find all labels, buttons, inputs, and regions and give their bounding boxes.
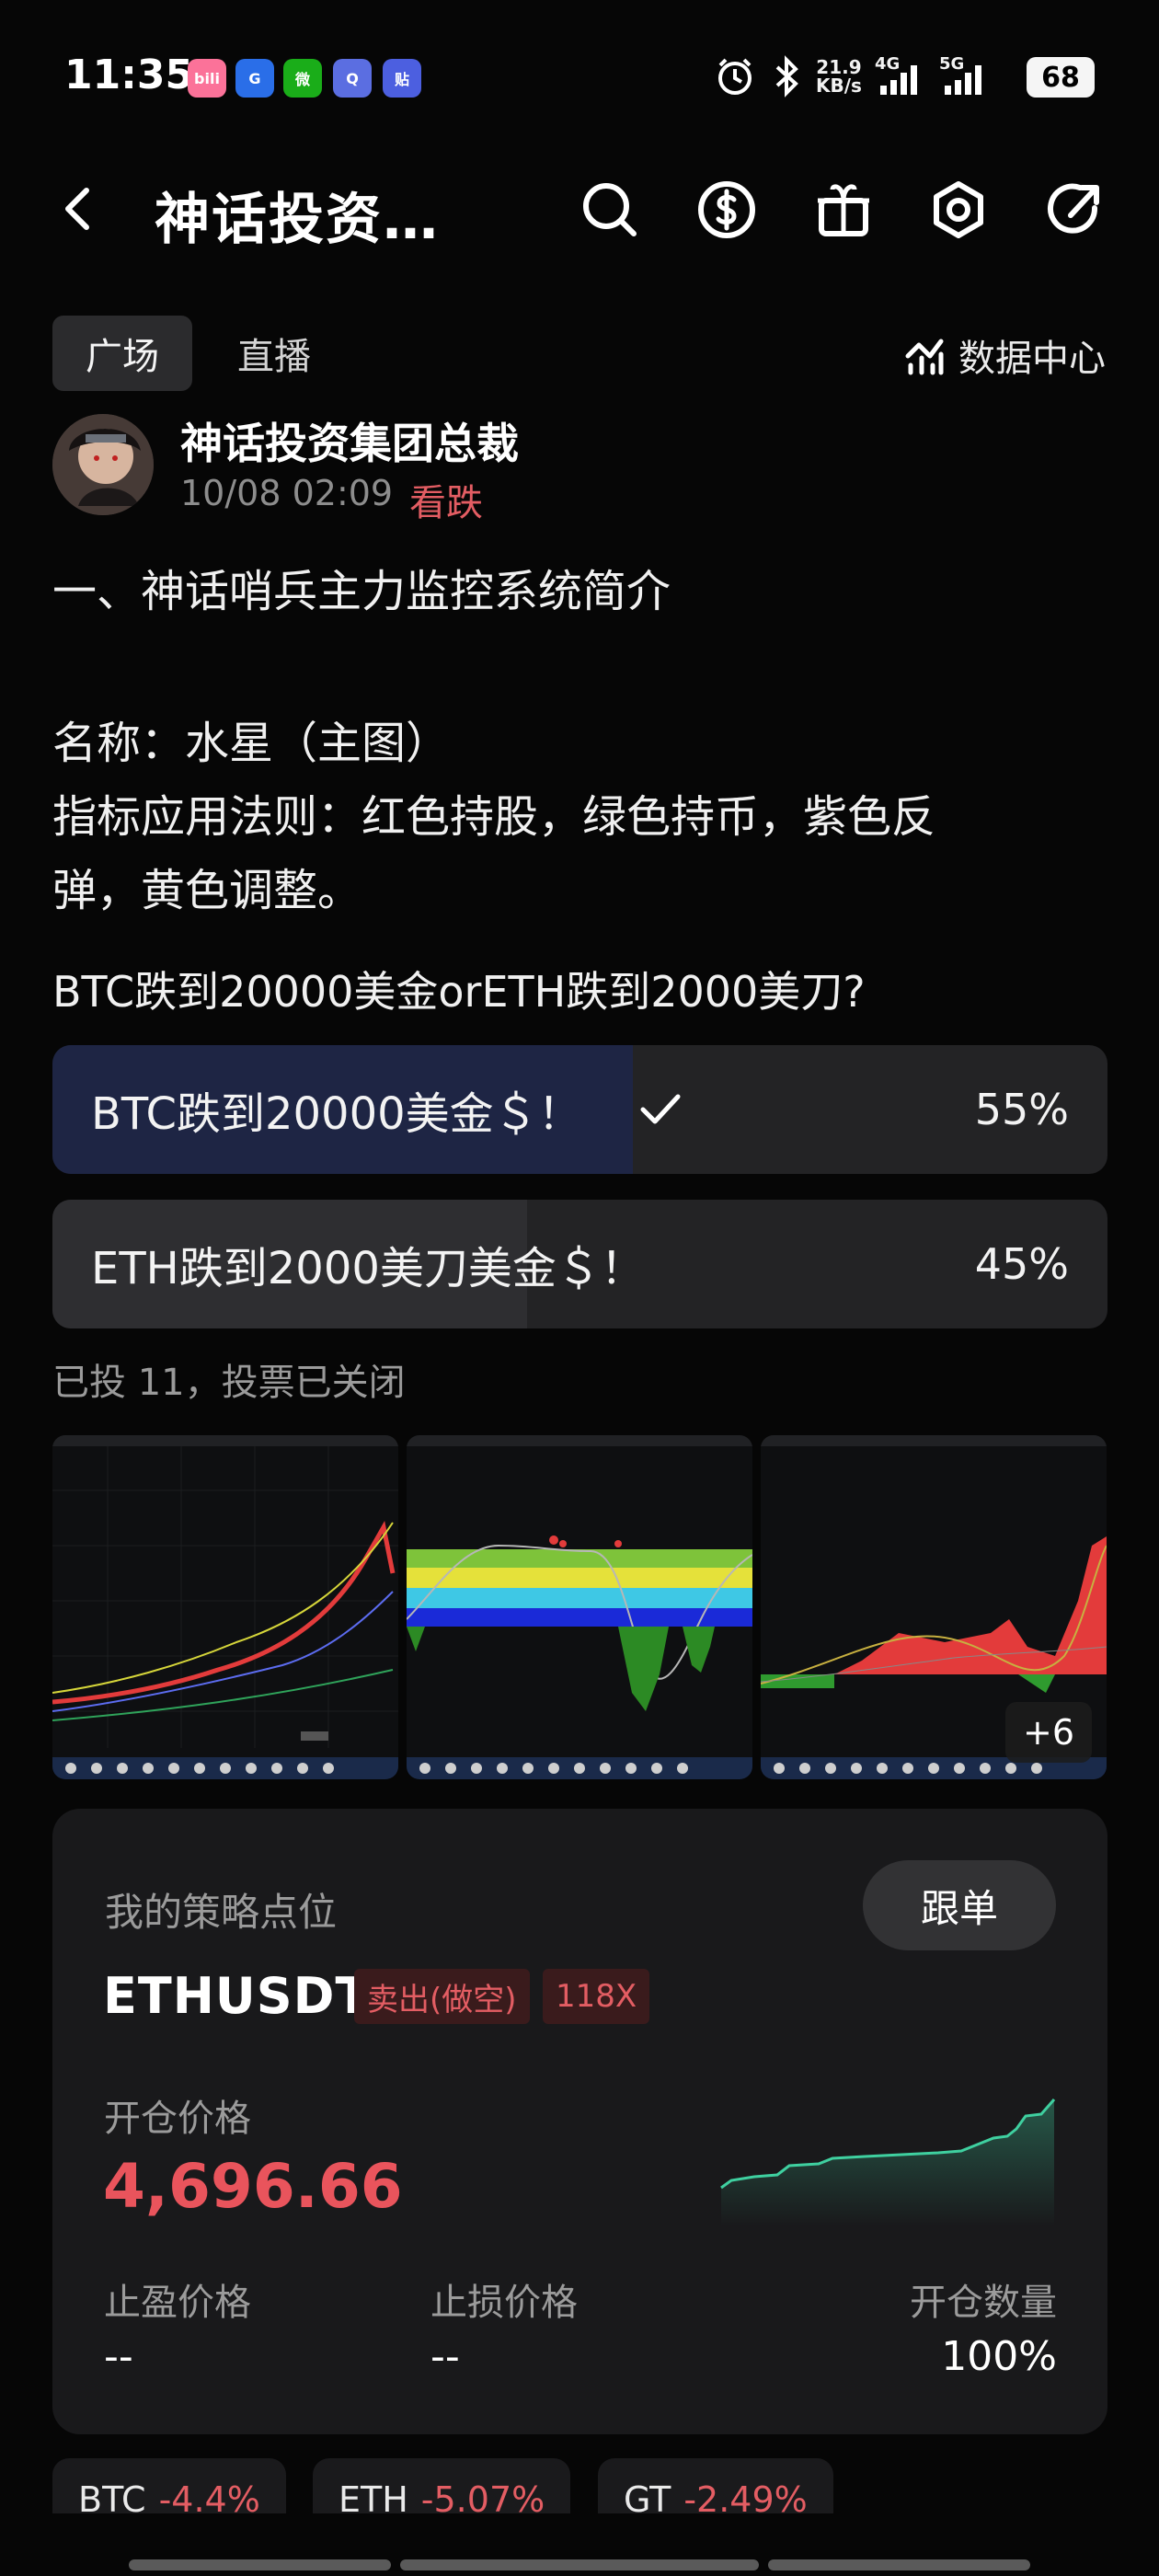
post-line: 指标应用法则：红色持股，绿色持币，紫色反 (52, 791, 936, 843)
status-time: 11:35 (64, 52, 194, 98)
post-line: 名称：水星（主图） (52, 718, 451, 769)
post-line: 弹，黄色调整。 (52, 865, 362, 916)
tab-live[interactable]: 直播 (237, 316, 311, 391)
post-image[interactable]: +6 (761, 1435, 1107, 1779)
poll-question: BTC跌到20000美金orETH跌到2000美刀? (52, 967, 866, 1017)
dollar-icon[interactable] (692, 175, 762, 245)
poll-option-label: ETH跌到2000美刀美金＄！ (91, 1243, 645, 1294)
open-price-value: 4,696.66 (103, 2151, 403, 2222)
poll-option-percent: 55% (974, 1085, 1069, 1134)
nav-indicator[interactable] (129, 2559, 391, 2570)
sparkline-chart (720, 2099, 1056, 2226)
poll-option[interactable]: BTC跌到20000美金＄！ 55% (52, 1045, 1107, 1174)
poll-option-percent: 45% (974, 1239, 1069, 1289)
net-speed: 21.9 KB/s (816, 58, 862, 95)
more-images-badge[interactable]: +6 (1005, 1702, 1092, 1763)
take-profit-label: 止盈价格 (104, 2282, 251, 2324)
poll-option[interactable]: ETH跌到2000美刀美金＄！ 45% (52, 1200, 1107, 1328)
signal-5g-label: 5G (938, 54, 965, 74)
strategy-title: 我的策略点位 (105, 1890, 338, 1935)
bluetooth-icon (775, 55, 798, 98)
net-speed-value: 21.9 (816, 56, 862, 78)
follow-button[interactable]: 跟单 (863, 1860, 1056, 1950)
app-q-icon: Q (333, 59, 372, 98)
take-profit-value: -- (104, 2333, 133, 2380)
bilibili-icon: bili (188, 59, 226, 98)
position-size-value: 100% (941, 2333, 1057, 2380)
poll-option-label: BTC跌到20000美金＄！ (91, 1088, 582, 1140)
data-center-label: 数据中心 (958, 338, 1106, 380)
open-price-label: 开仓价格 (104, 2098, 251, 2140)
sentiment-badge: 看跌 (409, 482, 483, 524)
wechat-icon: 微 (283, 59, 322, 98)
leverage-badge: 118X (543, 1969, 650, 2024)
signal-5g: 5G (939, 54, 991, 98)
nav-indicator[interactable] (768, 2559, 1030, 2570)
side-badge: 卖出(做空) (354, 1969, 530, 2024)
post-time: 10/08 02:09 (180, 473, 394, 513)
poll-status: 已投 11，投票已关闭 (52, 1362, 406, 1404)
author-name[interactable]: 神话投资集团总裁 (180, 410, 519, 471)
browser-icon: G (235, 59, 274, 98)
post-heading: 一、神话哨兵主力监控系统简介 (52, 566, 671, 617)
nav-indicator[interactable] (400, 2559, 759, 2570)
data-center-button[interactable]: 数据中心 (903, 322, 1106, 388)
strategy-symbol: ETHUSDT (103, 1967, 371, 2025)
stop-loss-label: 止损价格 (430, 2282, 578, 2324)
alarm-icon (718, 58, 752, 95)
chart-icon (905, 339, 944, 375)
net-speed-unit: KB/s (816, 75, 862, 97)
signal-4g: 4G (875, 54, 926, 98)
avatar[interactable] (52, 414, 154, 515)
candlestick-chart-image (52, 1435, 398, 1779)
post-image[interactable] (52, 1435, 398, 1779)
tieba-icon: 贴 (383, 59, 421, 98)
avatar-image (52, 414, 154, 515)
post-image[interactable] (407, 1435, 752, 1779)
page-title: 神话投资… (155, 188, 440, 252)
gift-icon[interactable] (809, 175, 878, 245)
back-button[interactable] (53, 179, 105, 238)
share-icon[interactable] (1039, 175, 1109, 245)
status-indicators: 21.9 KB/s 4G 5G (713, 53, 991, 99)
search-icon[interactable] (575, 175, 645, 245)
tab-square[interactable]: 广场 (52, 316, 192, 391)
stop-loss-value: -- (430, 2333, 460, 2380)
indicator-chart-image (407, 1435, 752, 1779)
checkmark-icon (640, 1094, 681, 1124)
signal-4g-label: 4G (874, 54, 901, 74)
battery-indicator: 68 (1027, 57, 1095, 98)
settings-icon[interactable] (924, 175, 993, 245)
position-size-label: 开仓数量 (910, 2282, 1057, 2324)
